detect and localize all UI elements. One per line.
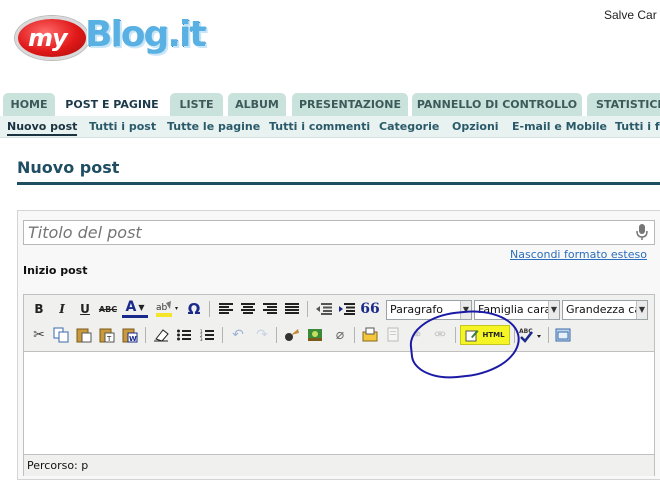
align-left-icon[interactable] (216, 299, 236, 319)
strikethrough-icon[interactable]: ABC (98, 299, 118, 319)
undo-icon[interactable]: ↶ (228, 325, 248, 345)
subnav-nuovo-post[interactable]: Nuovo post (7, 120, 78, 136)
blockquote-icon[interactable]: 66 (360, 299, 380, 319)
toolbar-separator (209, 301, 210, 317)
paste-icon[interactable] (74, 325, 94, 345)
title-divider (17, 182, 660, 185)
copy-icon[interactable] (51, 325, 71, 345)
format-select-value: Paragrafo (390, 303, 443, 316)
tab-post-e-pagine[interactable]: POST E PAGINE (58, 93, 166, 116)
indent-icon[interactable] (337, 299, 357, 319)
user-greeting: Salve Car (604, 8, 657, 22)
svg-text:T: T (106, 335, 112, 343)
paste-word-icon[interactable]: W (120, 325, 140, 345)
spellcheck-icon[interactable]: ABC (518, 325, 544, 345)
font-size-select[interactable]: Grandezza cara ▼ (562, 300, 648, 320)
omega-icon[interactable]: Ω (184, 299, 204, 319)
bullet-list-icon[interactable] (174, 325, 194, 345)
chevron-down-icon: ▼ (548, 301, 559, 319)
eraser-icon[interactable] (151, 325, 171, 345)
toolbar-row-1: B I U ABC A ▼ ab Ω 66 Paragrafo ▼ Famiglia… (24, 297, 654, 323)
subnav-tutte-le-pagine[interactable]: Tutte le pagine (167, 120, 260, 133)
subnav-categorie[interactable]: Categorie (379, 120, 439, 133)
page-title: Nuovo post (17, 158, 120, 177)
font-color-icon[interactable]: A ▼ (122, 299, 148, 318)
hide-advanced-format-link[interactable]: Nascondi formato esteso (510, 248, 647, 261)
outdent-icon[interactable] (314, 299, 334, 319)
toolbar-separator (548, 327, 549, 343)
toolbar-separator (222, 327, 223, 343)
logo-my-text: my (28, 24, 68, 52)
align-justify-icon[interactable] (282, 299, 302, 319)
tab-statistiche[interactable]: STATISTICH (587, 93, 660, 116)
toolbar-separator (276, 327, 277, 343)
highlight-color-icon[interactable]: ab (154, 299, 182, 319)
italic-icon[interactable]: I (52, 299, 72, 319)
tab-pannello-di-controllo[interactable]: PANNELLO DI CONTROLLO (412, 93, 582, 116)
post-title-input[interactable] (23, 220, 655, 245)
tab-home[interactable]: HOME (3, 93, 55, 116)
align-center-icon[interactable] (238, 299, 258, 319)
chevron-down-icon: ▼ (138, 302, 145, 312)
microphone-icon[interactable] (635, 223, 649, 241)
paste-text-icon[interactable]: T (97, 325, 117, 345)
chevron-down-icon: ▼ (636, 301, 647, 319)
subnav-tutti-i-post[interactable]: Tutti i post (89, 120, 156, 133)
bold-icon[interactable]: B (29, 299, 49, 319)
subnav-tutti-i-feed[interactable]: Tutti i fe (615, 120, 660, 133)
template-icon[interactable] (383, 325, 403, 345)
subnav-opzioni[interactable]: Opzioni (452, 120, 499, 133)
rich-text-editor: B I U ABC A ▼ ab Ω 66 Paragrafo ▼ Famiglia… (23, 294, 655, 476)
insert-snippet-icon[interactable] (360, 325, 380, 345)
header: my Blog.it Salve Car (0, 0, 660, 92)
toolbar-separator (145, 327, 146, 343)
editor-status-bar: Percorso: p (24, 456, 654, 476)
redo-icon[interactable]: ↷ (252, 325, 272, 345)
logo-blog-text: Blog.it (85, 14, 207, 55)
cut-icon[interactable]: ✂ (29, 325, 49, 345)
media-icon[interactable] (282, 325, 302, 345)
svg-text:W: W (129, 335, 137, 343)
fullscreen-icon[interactable] (553, 325, 573, 345)
main-nav: HOME POST E PAGINE LISTE ALBUM PRESENTAZ… (0, 92, 660, 116)
sub-nav: Nuovo post Tutti i post Tutte le pagine … (0, 116, 660, 138)
underline-icon[interactable]: U (75, 299, 95, 319)
toolbar-row-2: ✂ T W 123 ↶ ↷ ⌀ ⚭ ⚮ HTML ABC (24, 323, 654, 349)
logo-my-badge: my (15, 16, 89, 60)
align-right-icon[interactable] (260, 299, 280, 319)
page: my Blog.it Salve Car HOME POST E PAGINE … (0, 0, 660, 480)
post-start-label: Inizio post (23, 264, 88, 277)
toolbar-separator (354, 327, 355, 343)
tab-presentazione[interactable]: PRESENTAZIONE (292, 93, 408, 116)
tab-album[interactable]: ALBUM (228, 93, 286, 116)
subnav-email-e-mobile[interactable]: E-mail e Mobile (512, 120, 607, 133)
numbered-list-icon[interactable]: 123 (197, 325, 217, 345)
toolbar-separator (307, 301, 308, 317)
subnav-tutti-i-commenti[interactable]: Tutti i commenti (269, 120, 370, 133)
image-icon[interactable] (305, 325, 325, 345)
editor-content-area[interactable] (24, 351, 654, 455)
myblog-logo[interactable]: my Blog.it (15, 12, 207, 64)
attach-icon[interactable]: ⌀ (330, 325, 350, 345)
svg-text:3: 3 (200, 337, 203, 341)
svg-text:ab: ab (156, 303, 168, 313)
font-color-letter: A (125, 299, 137, 315)
tab-liste[interactable]: LISTE (170, 93, 223, 116)
